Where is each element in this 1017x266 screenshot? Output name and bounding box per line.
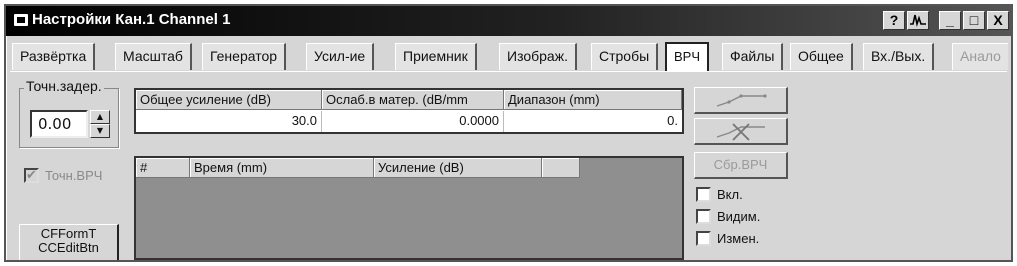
header-range: Диапазон (mm) xyxy=(504,90,682,110)
help-button[interactable]: ? xyxy=(883,11,905,30)
close-button[interactable]: X xyxy=(987,11,1009,30)
window-title: Настройки Кан.1 Channel 1 xyxy=(32,11,231,28)
params-table: Общее усиление (dB) Ослаб.в матер. (dB/m… xyxy=(134,88,684,134)
header-attenuation: Ослаб.в матер. (dB/mm xyxy=(322,90,504,110)
tvg-precise-label: Точн.ВРЧ xyxy=(45,168,103,183)
tab-analog[interactable]: Анало xyxy=(952,43,1008,70)
curve-button[interactable] xyxy=(694,87,788,114)
header-extra xyxy=(542,158,580,178)
attenuation-cell[interactable]: 0.0000 xyxy=(322,111,504,132)
tab-io[interactable]: Вх./Вых. xyxy=(863,43,935,70)
tab-generator[interactable]: Генератор xyxy=(202,43,287,70)
title-bar[interactable]: Настройки Кан.1 Channel 1 ? _ □ X xyxy=(6,6,1011,36)
signal-icon xyxy=(910,14,926,27)
tvg-precise-checkbox[interactable]: ✔ Точн.ВРЧ xyxy=(24,167,103,183)
tvg-precise-box[interactable]: ✔ xyxy=(24,167,39,183)
cf-edit-button-line2: CCEditBtn xyxy=(38,240,99,255)
enable-checkbox[interactable]: Вкл. xyxy=(696,187,743,202)
delay-group-label: Точн.задер. xyxy=(24,78,104,94)
edit-label: Измен. xyxy=(717,231,760,246)
delete-curve-button[interactable] xyxy=(694,118,788,145)
range-cell[interactable]: 0. xyxy=(504,111,682,132)
window-icon xyxy=(14,14,28,26)
tab-receiver[interactable]: Приемник xyxy=(395,43,477,70)
edit-box[interactable] xyxy=(696,231,711,246)
visible-label: Видим. xyxy=(717,209,761,224)
tab-sweep[interactable]: Развёртка xyxy=(12,43,96,70)
tab-scale[interactable]: Масштаб xyxy=(115,43,192,70)
curve-icon xyxy=(716,94,767,107)
delay-groupbox: Точн.задер. 0.00 ▲ ▼ xyxy=(19,78,119,148)
tab-files[interactable]: Файлы xyxy=(722,43,784,70)
visible-checkbox[interactable]: Видим. xyxy=(696,209,760,224)
enable-label: Вкл. xyxy=(717,187,743,202)
tab-divider xyxy=(10,71,1007,72)
curve-delete-icon xyxy=(716,123,765,141)
edit-checkbox[interactable]: Измен. xyxy=(696,231,759,246)
minimize-button[interactable]: _ xyxy=(939,11,961,30)
spin-down-button[interactable]: ▼ xyxy=(90,124,110,138)
tab-gain[interactable]: Усил-ие xyxy=(306,43,375,70)
header-index: # xyxy=(136,158,190,178)
total-gain-cell[interactable]: 30.0 xyxy=(136,111,322,132)
spin-up-button[interactable]: ▲ xyxy=(90,110,110,124)
signal-view-button[interactable] xyxy=(907,11,929,30)
tab-general[interactable]: Общее xyxy=(790,43,853,70)
reset-tvg-button[interactable]: Сбр.ВРЧ xyxy=(694,152,788,179)
visible-box[interactable] xyxy=(696,209,711,224)
maximize-button[interactable]: □ xyxy=(963,11,985,30)
cf-edit-button-line1: CFFormT xyxy=(40,226,97,241)
tab-gates[interactable]: Стробы xyxy=(591,43,659,70)
header-gain: Усиление (dB) xyxy=(374,158,542,178)
settings-window: Настройки Кан.1 Channel 1 ? _ □ X Развёр… xyxy=(4,4,1013,262)
delay-input[interactable]: 0.00 xyxy=(30,110,88,138)
header-time: Время (mm) xyxy=(190,158,374,178)
tab-image[interactable]: Изображ. xyxy=(499,43,577,70)
enable-box[interactable] xyxy=(696,187,711,202)
cf-edit-button[interactable]: CFFormT CCEditBtn xyxy=(19,224,119,260)
check-mark-icon: ✔ xyxy=(26,167,37,182)
tab-tvg[interactable]: ВРЧ xyxy=(665,42,710,72)
points-table[interactable]: # Время (mm) Усиление (dB) xyxy=(134,156,684,260)
header-total-gain: Общее усиление (dB) xyxy=(136,90,322,110)
